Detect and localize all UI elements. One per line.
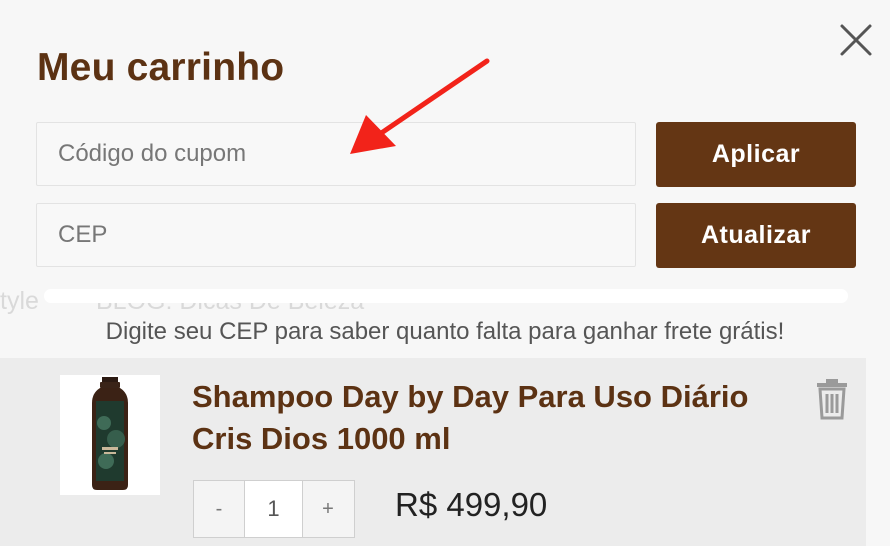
product-image[interactable] [60, 375, 160, 495]
cart-item: Shampoo Day by Day Para Uso Diário Cris … [0, 358, 866, 546]
close-icon[interactable] [836, 20, 876, 60]
item-price: R$ 499,90 [395, 486, 548, 523]
free-shipping-progress-bar [44, 289, 848, 303]
quantity-input[interactable] [244, 481, 303, 537]
free-shipping-message: Digite seu CEP para saber quanto falta p… [105, 318, 785, 345]
cart-drawer: tyle BLOG: Dicas De Beleza Meu carrinho … [0, 0, 890, 546]
annotation-arrow-icon [340, 50, 500, 165]
update-shipping-button[interactable]: Atualizar [656, 203, 856, 268]
quantity-stepper: - + [193, 480, 355, 538]
apply-coupon-button[interactable]: Aplicar [656, 122, 856, 187]
decrement-button[interactable]: - [194, 481, 244, 537]
zip-code-input[interactable] [36, 203, 636, 267]
background-nav-text: tyle [0, 287, 39, 315]
cart-title: Meu carrinho [37, 46, 285, 89]
product-name[interactable]: Shampoo Day by Day Para Uso Diário Cris … [192, 376, 792, 460]
increment-button[interactable]: + [303, 481, 353, 537]
trash-icon[interactable] [812, 378, 852, 420]
coupon-input[interactable] [36, 122, 636, 186]
